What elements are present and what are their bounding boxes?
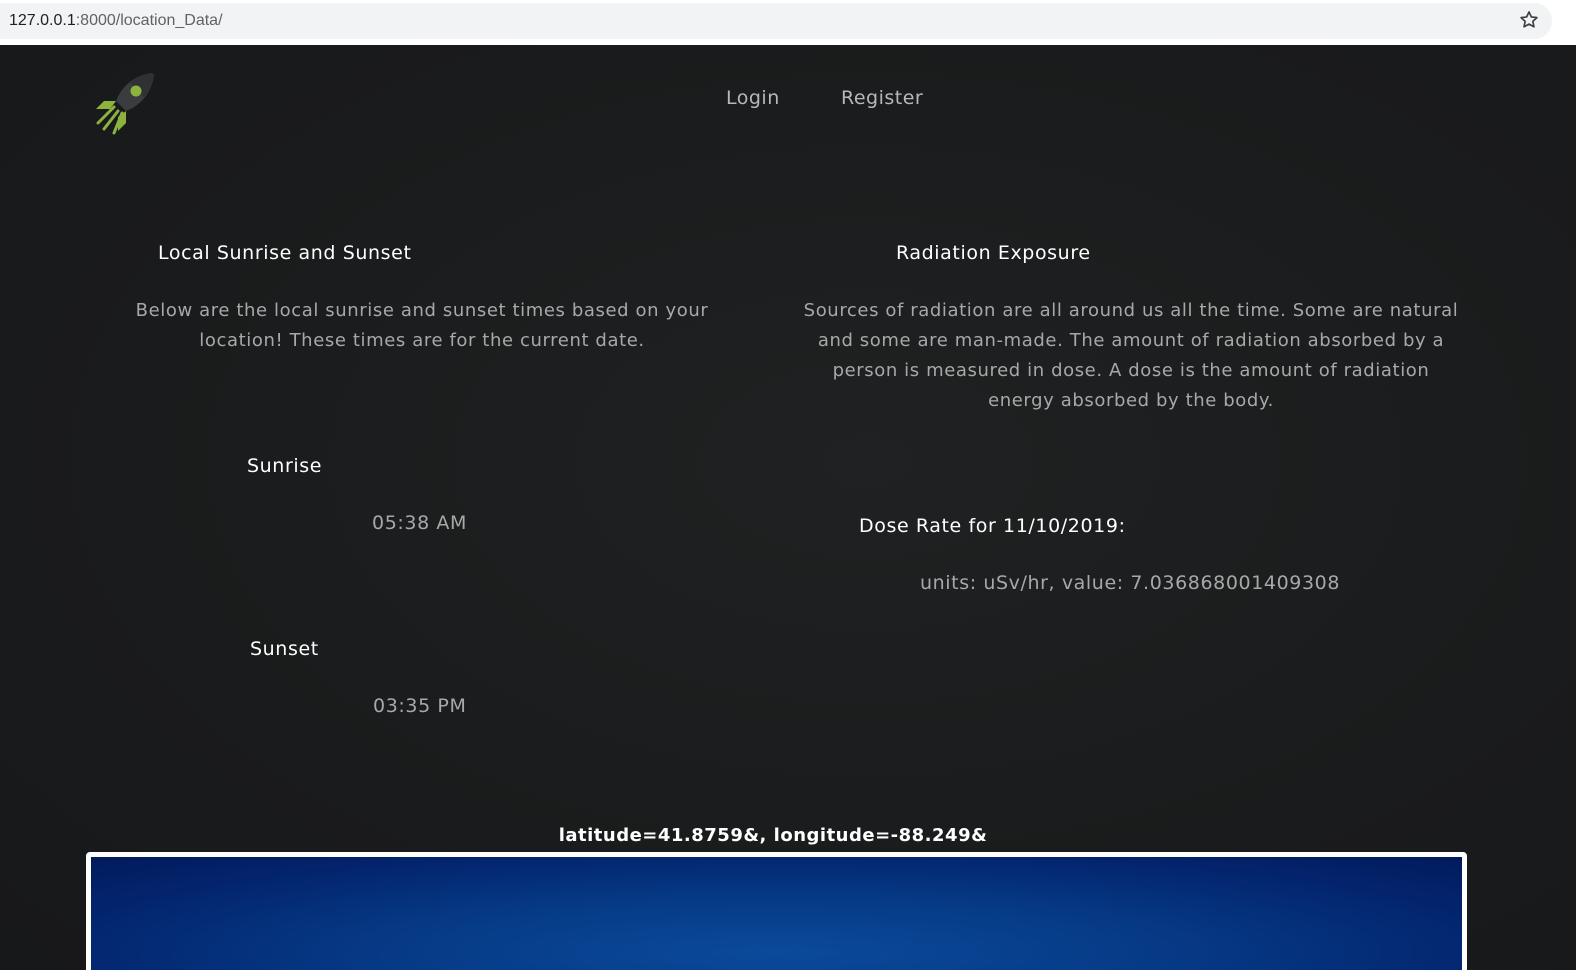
sunset-label: Sunset [250, 638, 319, 660]
star-icon[interactable] [1518, 9, 1540, 31]
sunrise-time: 05:38 AM [372, 512, 467, 534]
url-path: :8000/location_Data/ [75, 12, 223, 29]
radiation-section-description: Sources of radiation are all around us a… [803, 300, 1459, 411]
nav-login-link[interactable]: Login [726, 87, 780, 109]
url-text[interactable]: 127.0.0.1:8000/location_Data/ [9, 12, 223, 30]
sunrise-label: Sunrise [247, 455, 323, 477]
url-field[interactable]: 127.0.0.1:8000/location_Data/ [0, 3, 1552, 39]
dose-rate-label: Dose Rate for 11/10/2019: [859, 515, 1126, 537]
map-panel[interactable] [86, 852, 1467, 970]
sun-section-description: Below are the local sunrise and sunset t… [135, 300, 709, 351]
page-body: Login Register Local Sunrise and Sunset … [0, 45, 1576, 970]
radiation-section-title: Radiation Exposure [896, 242, 1091, 264]
dose-rate-value: units: uSv/hr, value: 7.036868001409308 [920, 572, 1341, 594]
url-host: 127.0.0.1 [9, 12, 76, 29]
sun-section-title: Local Sunrise and Sunset [158, 242, 412, 264]
sunset-time: 03:35 PM [373, 695, 467, 717]
rocket-icon[interactable] [92, 71, 156, 135]
nav-register-link[interactable]: Register [841, 87, 923, 109]
location-coordinates: latitude=41.8759&, longitude=-88.249& [558, 825, 988, 846]
address-bar: 127.0.0.1:8000/location_Data/ [0, 0, 1576, 45]
